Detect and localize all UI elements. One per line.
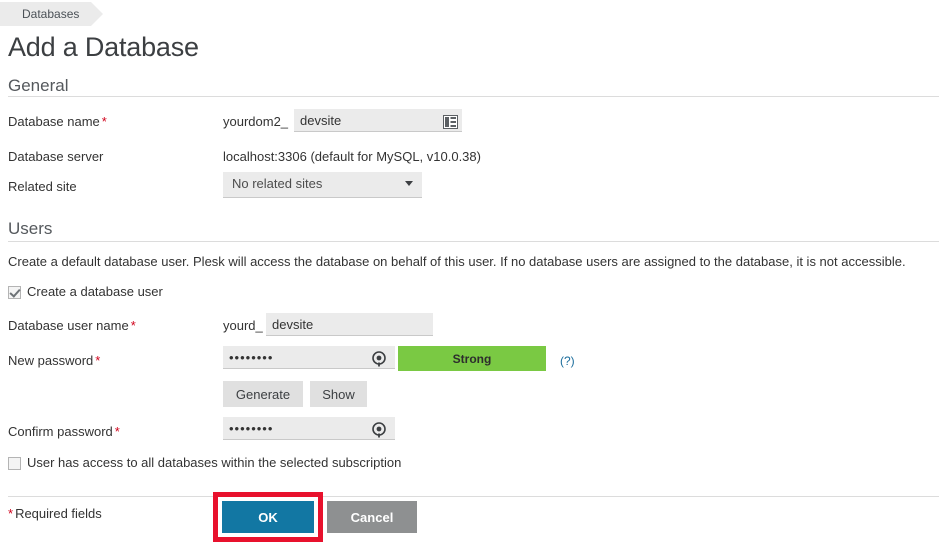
breadcrumb-item-databases[interactable]: Databases — [0, 2, 104, 26]
database-user-name-label: Database user name * — [8, 317, 136, 335]
required-fields-marker: * — [8, 506, 14, 521]
section-users: Users — [8, 218, 939, 240]
field-row-database-name: Database name * yourdom2_ — [0, 109, 947, 139]
ok-button[interactable]: OK — [222, 501, 314, 533]
confirm-password-required-marker: * — [114, 424, 120, 439]
field-row-new-password: New password* Strong (?) — [0, 346, 947, 378]
database-table-icon[interactable] — [443, 115, 458, 129]
chevron-down-icon — [405, 181, 413, 186]
confirm-password-label-text: Confirm password — [8, 424, 113, 439]
create-database-user-label: Create a database user — [27, 284, 163, 299]
section-users-title: Users — [8, 219, 53, 238]
field-row-database-server: Database server localhost:3306 (default … — [0, 148, 947, 174]
database-user-name-prefix: yourd_ — [223, 318, 263, 333]
database-user-name-label-text: Database user name — [8, 318, 129, 333]
database-name-required-marker: * — [101, 114, 107, 129]
password-hint-link[interactable]: (?) — [560, 352, 575, 370]
cancel-button[interactable]: Cancel — [327, 501, 417, 533]
required-fields-note: * Required fields — [8, 505, 102, 523]
users-description: Create a default database user. Plesk wi… — [8, 254, 906, 269]
field-row-confirm-password: Confirm password * — [0, 417, 947, 449]
database-user-name-input[interactable] — [266, 313, 433, 336]
new-password-required-marker: * — [95, 353, 101, 368]
create-database-user-checkbox-row[interactable]: Create a database user — [8, 283, 163, 301]
new-password-label-text: New password — [8, 353, 94, 368]
page-title: Add a Database — [8, 32, 199, 62]
database-name-prefix: yourdom2_ — [223, 114, 289, 129]
generate-password-button[interactable]: Generate — [223, 381, 303, 407]
section-general-title: General — [8, 76, 69, 95]
create-database-user-checkbox[interactable] — [8, 285, 21, 299]
divider-general — [8, 96, 939, 97]
field-row-related-site: Related site No related sites — [0, 172, 947, 204]
divider-footer — [8, 495, 939, 497]
database-name-label-text: Database name — [8, 114, 100, 129]
confirm-password-input[interactable] — [223, 417, 395, 440]
show-password-button[interactable]: Show — [310, 381, 367, 407]
database-name-label: Database name * — [8, 113, 107, 131]
all-databases-label: User has access to all databases within … — [27, 455, 402, 470]
section-general: General — [8, 75, 939, 97]
related-site-select[interactable]: No related sites — [223, 172, 422, 198]
field-row-database-user-name: Database user name * yourd_ — [0, 313, 947, 343]
related-site-label: Related site — [8, 179, 77, 194]
divider-users — [8, 241, 939, 242]
password-strength-badge: Strong — [398, 346, 546, 371]
related-site-selected-value: No related sites — [232, 176, 323, 191]
new-password-label: New password * — [8, 352, 100, 370]
all-databases-checkbox[interactable] — [8, 456, 21, 470]
password-strength-label: Strong — [452, 351, 492, 366]
database-name-input[interactable] — [294, 109, 462, 132]
database-server-label: Database server — [8, 149, 104, 164]
required-fields-text: Required fields — [15, 506, 102, 521]
breadcrumb: Databases — [0, 0, 104, 28]
new-password-input[interactable] — [223, 346, 395, 369]
database-server-value: localhost:3306 (default for MySQL, v10.0… — [223, 149, 481, 164]
confirm-password-label: Confirm password * — [8, 423, 120, 441]
show-password-icon-new[interactable] — [371, 351, 387, 367]
all-databases-checkbox-row[interactable]: User has access to all databases within … — [8, 454, 401, 472]
show-password-icon-confirm[interactable] — [371, 422, 387, 438]
database-user-name-required-marker: * — [130, 318, 136, 333]
